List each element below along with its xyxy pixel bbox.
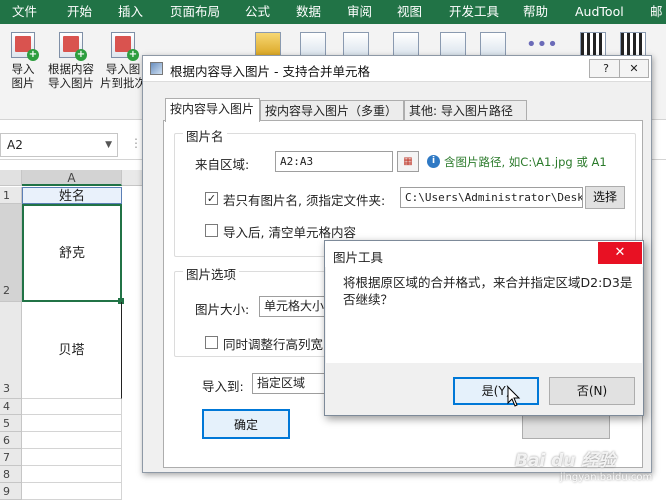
messagebox-text: 将根据原区域的合并格式，来合并指定区域D2:D3是否继续？	[343, 275, 633, 307]
tab-help[interactable]: 帮助	[523, 0, 548, 24]
import-batch-label: 导入图 片到批次	[100, 62, 146, 90]
messagebox-title: 图片工具	[333, 250, 384, 265]
row-header-8[interactable]: 8	[0, 466, 22, 483]
dialog-title: 根据内容导入图片 - 支持合并单元格	[170, 64, 370, 79]
more-icon[interactable]: •••	[526, 34, 558, 55]
clear-after-import-checkbox[interactable]	[205, 224, 218, 237]
cell-a6[interactable]	[22, 432, 122, 449]
name-box[interactable]: A2 ▼	[0, 133, 118, 157]
choose-folder-button[interactable]: 选择	[585, 186, 625, 209]
row-header-1[interactable]: 1	[0, 187, 22, 204]
close-button[interactable]: ✕	[619, 59, 649, 78]
row-header-9[interactable]: 9	[0, 483, 22, 500]
source-range-label: 来自区域:	[195, 157, 250, 172]
chevron-down-icon[interactable]: ▼	[105, 134, 112, 156]
tab-import-by-content-multi[interactable]: 按内容导入图片（多重）	[260, 100, 404, 121]
row-header-7[interactable]: 7	[0, 449, 22, 466]
image-add-icon: +	[111, 32, 139, 61]
tab-home[interactable]: 开始	[67, 0, 92, 24]
messagebox-titlebar[interactable]: 图片工具 ✕	[325, 241, 643, 267]
cell-a8[interactable]	[22, 466, 122, 483]
group-image-name: 图片名 来自区域: A2:A3 ▦ i 含图片路径, 如C:\A1.jpg 或 …	[174, 126, 636, 257]
baidu-watermark: Bai du 经验	[515, 451, 616, 471]
only-name-checkbox[interactable]: ✓	[205, 192, 218, 205]
formula-separator: ⋮	[130, 136, 142, 150]
mouse-cursor-icon	[507, 386, 521, 407]
tab-import-path[interactable]: 其他: 导入图片路径	[404, 100, 527, 121]
row-header-4[interactable]: 4	[0, 399, 22, 415]
tab-developer[interactable]: 开发工具	[449, 0, 499, 24]
tab-insert[interactable]: 插入	[118, 0, 143, 24]
cell-a1[interactable]: 姓名	[22, 187, 122, 204]
adjust-size-label: 同时调整行高列宽	[223, 337, 324, 352]
group-image-name-title: 图片名	[183, 126, 227, 145]
folder-path-input[interactable]: C:\Users\Administrator\Desktop	[400, 187, 583, 208]
tab-mail[interactable]: 邮	[650, 0, 663, 24]
help-button[interactable]: ?	[589, 59, 623, 78]
image-size-label: 图片大小:	[195, 302, 250, 317]
row-header-3[interactable]: 3	[0, 302, 22, 399]
import-batch-button[interactable]: + 导入图 片到批次	[98, 32, 148, 90]
cell-a2[interactable]: 舒克	[22, 204, 122, 302]
ribbon-tab-bar: 文件 开始 插入 页面布局 公式 数据 审阅 视图 开发工具 帮助 AudToo…	[0, 0, 666, 24]
cell-a9[interactable]	[22, 483, 122, 500]
only-name-label: 若只有图片名, 须指定文件夹:	[223, 193, 386, 208]
row-header-2[interactable]: 2	[0, 204, 22, 302]
image-add-icon: +	[59, 32, 87, 61]
worksheet-grid: A 1 2 3 4 5 6 7 8 9 姓名 舒克 贝塔	[0, 170, 150, 500]
yes-button[interactable]: 是(Y)	[453, 377, 539, 405]
close-icon[interactable]: ✕	[598, 242, 642, 264]
clear-after-import-label: 导入后, 清空单元格内容	[223, 225, 356, 240]
no-button[interactable]: 否(N)	[549, 377, 635, 405]
cell-a4[interactable]	[22, 399, 122, 415]
tab-audtool[interactable]: AudTool	[575, 0, 624, 24]
tab-file[interactable]: 文件	[12, 0, 37, 24]
tab-view[interactable]: 视图	[397, 0, 422, 24]
image-add-icon: +	[11, 32, 39, 61]
import-by-content-label: 根据内容 导入图片	[48, 62, 94, 90]
import-image-button[interactable]: + 导入 图片	[4, 32, 42, 90]
adjust-size-checkbox[interactable]	[205, 336, 218, 349]
cancel-button[interactable]	[522, 413, 610, 439]
app-icon	[150, 62, 163, 75]
source-range-input[interactable]: A2:A3	[275, 151, 393, 172]
ok-button[interactable]: 确定	[202, 409, 290, 439]
cell-a3[interactable]: 贝塔	[22, 302, 122, 399]
dialog-titlebar[interactable]: 根据内容导入图片 - 支持合并单元格 ? ✕	[143, 56, 651, 82]
cell-a7[interactable]	[22, 449, 122, 466]
import-image-label: 导入 图片	[11, 62, 35, 90]
import-by-content-button[interactable]: + 根据内容 导入图片	[45, 32, 97, 90]
select-all-corner[interactable]	[0, 170, 22, 186]
column-header-a[interactable]: A	[22, 170, 122, 186]
tab-formulas[interactable]: 公式	[245, 0, 270, 24]
tab-page-layout[interactable]: 页面布局	[170, 0, 220, 24]
row-header-5[interactable]: 5	[0, 415, 22, 432]
range-picker-icon[interactable]: ▦	[397, 151, 419, 172]
name-box-value: A2	[7, 138, 23, 152]
row-header-6[interactable]: 6	[0, 432, 22, 449]
cell-a5[interactable]	[22, 415, 122, 432]
import-to-label: 导入到:	[202, 379, 244, 394]
tab-import-by-content[interactable]: 按内容导入图片	[165, 98, 260, 122]
confirm-messagebox: 图片工具 ✕ 将根据原区域的合并格式，来合并指定区域D2:D3是否继续？ 是(Y…	[324, 240, 644, 416]
baidu-watermark-url: jingyan.baidu.com	[560, 472, 653, 483]
group-image-options-title: 图片选项	[183, 264, 240, 283]
info-icon: i	[427, 155, 440, 168]
import-to-select[interactable]: 指定区域	[252, 373, 332, 394]
tab-data[interactable]: 数据	[296, 0, 321, 24]
path-hint: 含图片路径, 如C:\A1.jpg 或 A1	[444, 155, 607, 169]
tab-review[interactable]: 审阅	[347, 0, 372, 24]
